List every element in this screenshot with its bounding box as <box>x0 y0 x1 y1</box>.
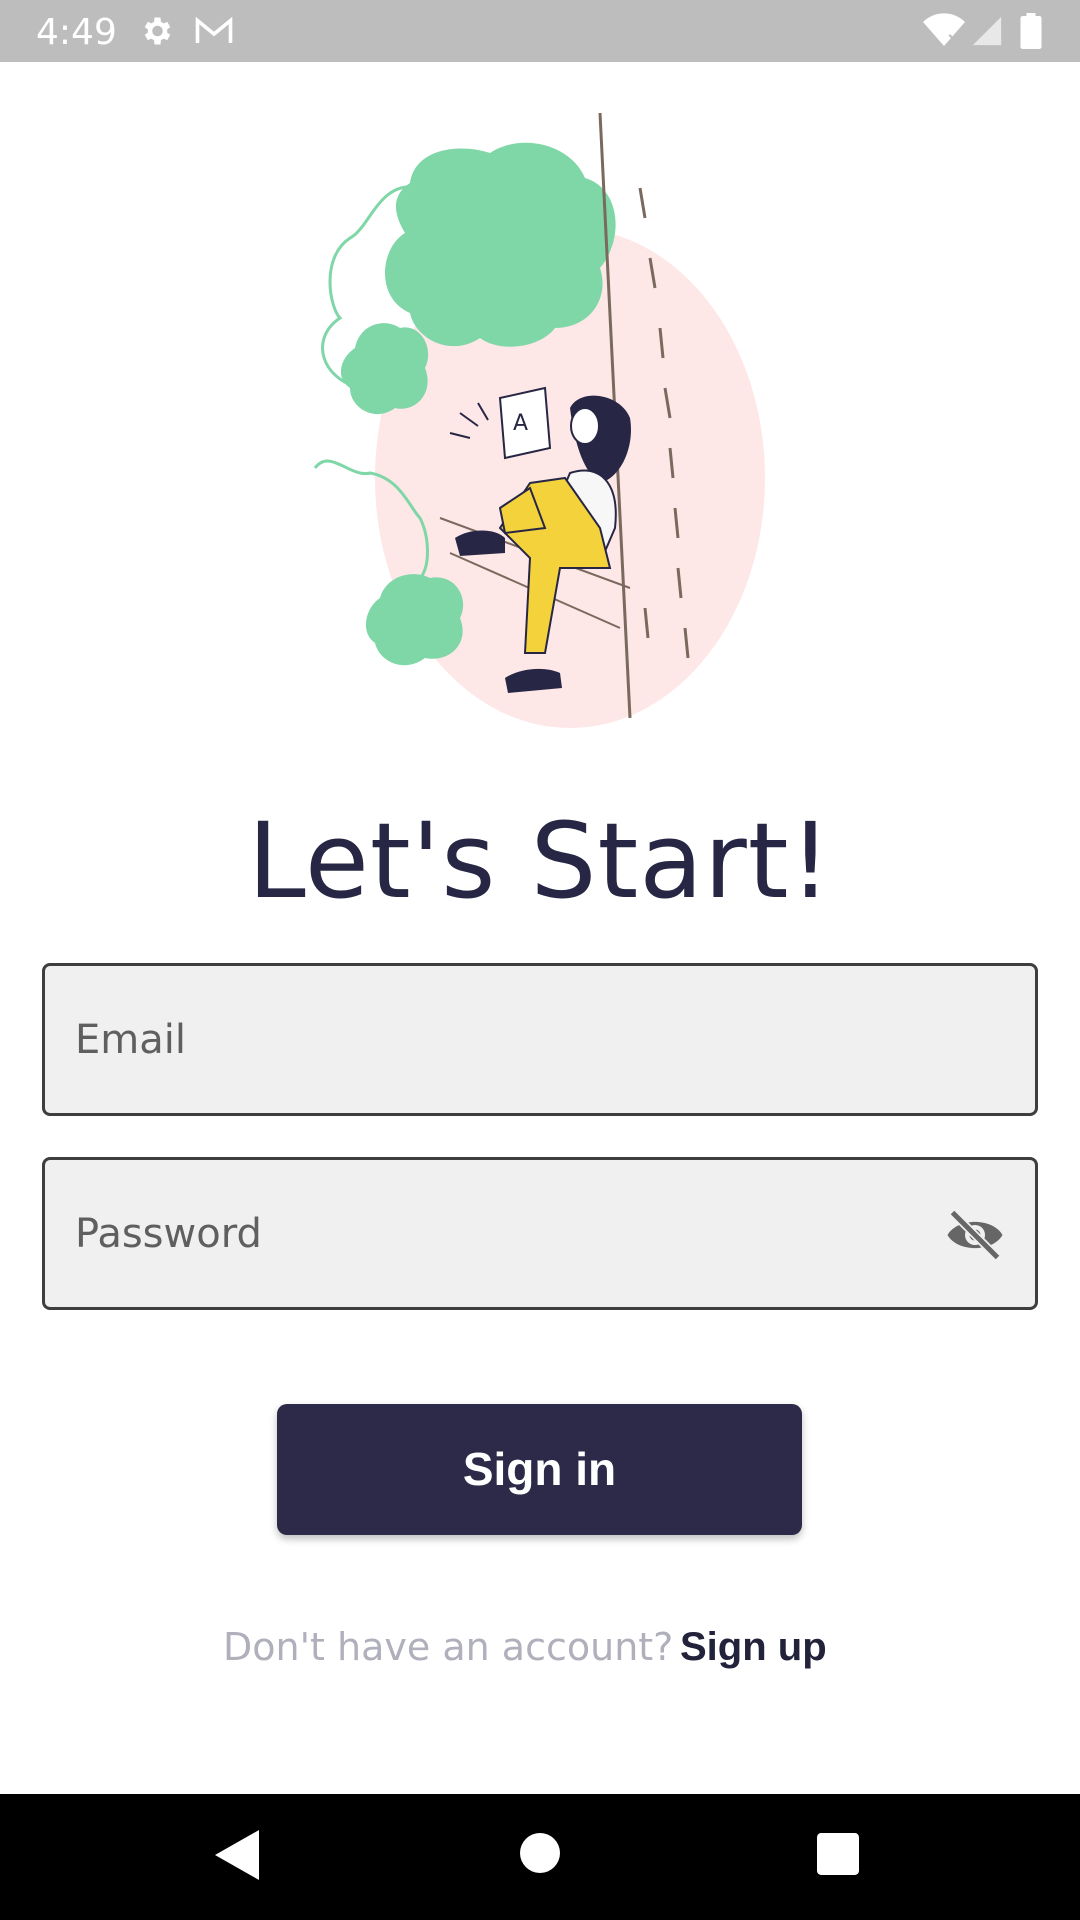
email-input[interactable] <box>75 966 925 1113</box>
hero-illustration: A <box>313 112 765 728</box>
password-field[interactable] <box>42 1157 1038 1310</box>
gmail-icon <box>195 16 233 43</box>
visibility-off-icon[interactable] <box>945 1210 1005 1260</box>
home-icon[interactable] <box>520 1833 560 1873</box>
status-time: 4:49 <box>36 12 117 53</box>
page-title: Let's Start! <box>247 800 833 922</box>
no-account-prompt: Don't have an account? <box>223 1625 674 1669</box>
back-icon[interactable] <box>215 1830 259 1880</box>
password-input[interactable] <box>75 1160 925 1307</box>
svg-text:A: A <box>513 411 528 436</box>
sign-up-link[interactable]: Sign up <box>680 1625 827 1670</box>
recents-icon[interactable] <box>817 1833 859 1875</box>
status-bar: 4:49 <box>0 0 1080 62</box>
signal-icon <box>972 16 1002 46</box>
settings-icon <box>144 17 171 45</box>
navigation-bar <box>0 1794 1080 1920</box>
battery-icon <box>1020 13 1042 49</box>
sign-in-button[interactable]: Sign in <box>277 1404 802 1535</box>
wifi-icon <box>923 13 965 46</box>
email-field[interactable] <box>42 963 1038 1116</box>
